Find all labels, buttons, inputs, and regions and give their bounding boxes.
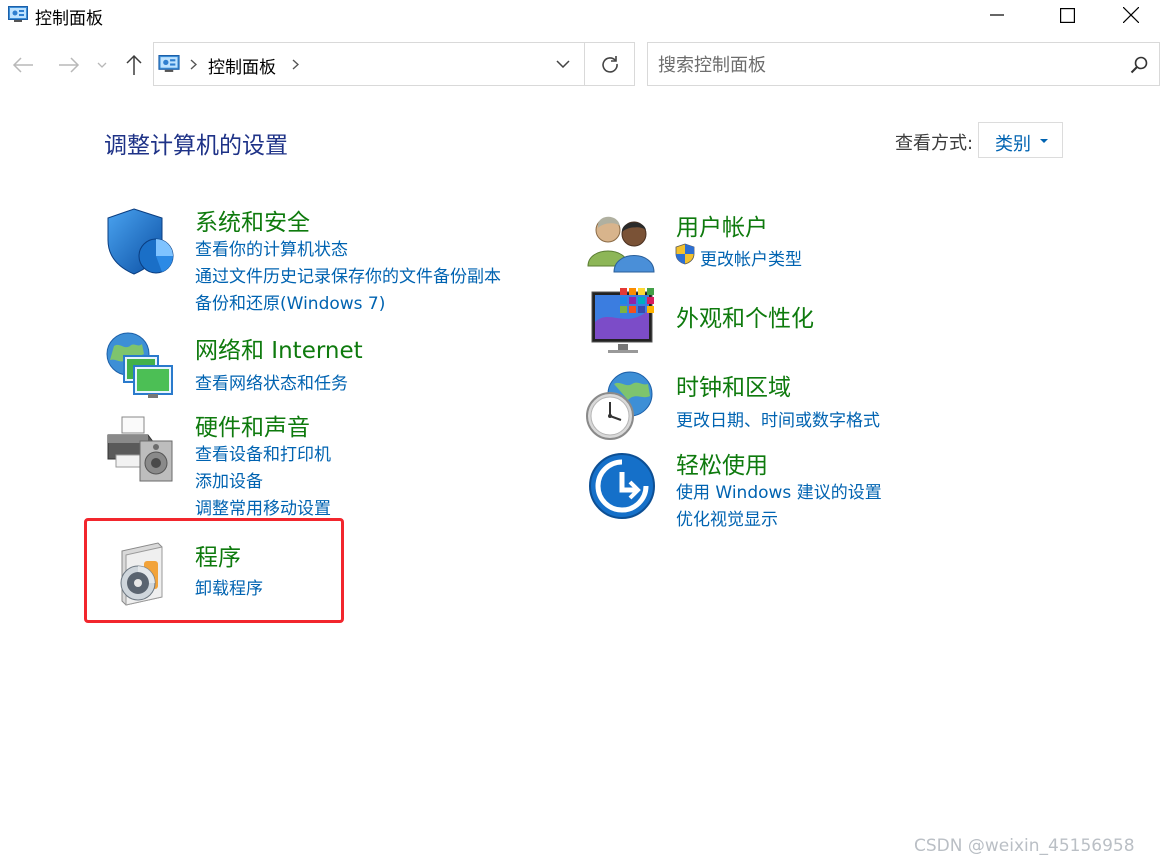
view-by-label: 查看方式: bbox=[895, 133, 974, 154]
uac-shield-icon bbox=[675, 243, 695, 265]
category-title-system-security[interactable]: 系统和安全 bbox=[195, 203, 310, 237]
link-change-date-time-format[interactable]: 更改日期、时间或数字格式 bbox=[676, 406, 880, 431]
link-windows-recommended-settings[interactable]: 使用 Windows 建议的设置 bbox=[676, 478, 882, 503]
title-bar: 控制面板 bbox=[0, 0, 1160, 32]
search-icon[interactable] bbox=[1130, 56, 1148, 74]
refresh-icon bbox=[601, 56, 618, 73]
search-box[interactable] bbox=[647, 42, 1160, 87]
network-globe-icon[interactable] bbox=[104, 330, 176, 402]
category-title-clock-region[interactable]: 时钟和区域 bbox=[676, 368, 791, 402]
arrow-left-icon bbox=[12, 57, 33, 73]
close-button[interactable] bbox=[1102, 0, 1160, 30]
category-title-ease-of-access[interactable]: 轻松使用 bbox=[676, 446, 768, 480]
minimize-icon bbox=[990, 14, 1004, 16]
watermark: CSDN @weixin_45156958 bbox=[914, 836, 1135, 856]
address-history-button[interactable] bbox=[541, 42, 585, 86]
link-view-computer-status[interactable]: 查看你的计算机状态 bbox=[195, 235, 348, 260]
link-backup-restore[interactable]: 备份和还原(Windows 7) bbox=[195, 289, 385, 314]
close-icon bbox=[1123, 7, 1139, 23]
link-optimize-visual-display[interactable]: 优化视觉显示 bbox=[676, 505, 778, 530]
maximize-button[interactable] bbox=[1032, 0, 1102, 30]
link-change-account-type[interactable]: 更改帐户类型 bbox=[700, 245, 802, 270]
back-button[interactable] bbox=[8, 50, 38, 80]
chevron-right-icon bbox=[190, 59, 197, 70]
clock-globe-icon[interactable] bbox=[586, 370, 658, 442]
up-button[interactable] bbox=[120, 50, 148, 80]
view-by-dropdown[interactable]: 类别 bbox=[978, 122, 1063, 158]
arrow-right-icon bbox=[59, 57, 80, 73]
view-by-value: 类别 bbox=[995, 134, 1031, 155]
highlight-box bbox=[84, 518, 344, 623]
link-mobility-settings[interactable]: 调整常用移动设置 bbox=[195, 494, 331, 519]
category-title-network-internet[interactable]: 网络和 Internet bbox=[195, 331, 363, 365]
recent-locations-button[interactable] bbox=[94, 58, 110, 72]
window-title: 控制面板 bbox=[35, 9, 103, 29]
shield-pie-icon[interactable] bbox=[104, 206, 176, 278]
maximize-icon bbox=[1059, 7, 1075, 23]
minimize-button[interactable] bbox=[962, 0, 1032, 30]
link-add-device[interactable]: 添加设备 bbox=[195, 467, 263, 492]
breadcrumb-control-panel[interactable]: 控制面板 bbox=[208, 53, 276, 78]
control-panel-icon bbox=[158, 55, 180, 72]
forward-button[interactable] bbox=[54, 50, 84, 80]
link-view-network-status[interactable]: 查看网络状态和任务 bbox=[195, 369, 348, 394]
ease-of-access-icon[interactable] bbox=[588, 450, 660, 522]
category-title-user-accounts[interactable]: 用户帐户 bbox=[676, 208, 768, 242]
control-panel-icon bbox=[8, 6, 28, 22]
printer-speaker-icon[interactable] bbox=[104, 413, 176, 485]
category-title-appearance[interactable]: 外观和个性化 bbox=[676, 299, 814, 333]
link-view-devices-printers[interactable]: 查看设备和打印机 bbox=[195, 440, 331, 465]
chevron-down-icon bbox=[556, 60, 570, 68]
caret-down-icon bbox=[1040, 139, 1048, 143]
refresh-button[interactable] bbox=[585, 42, 635, 86]
chevron-down-icon bbox=[97, 62, 107, 68]
category-title-hardware-sound[interactable]: 硬件和声音 bbox=[195, 408, 310, 442]
search-input[interactable] bbox=[648, 43, 1120, 87]
address-bar[interactable]: 控制面板 bbox=[153, 42, 585, 86]
page-title: 调整计算机的设置 bbox=[104, 133, 288, 159]
monitor-colors-icon[interactable] bbox=[590, 286, 662, 358]
chevron-right-icon[interactable] bbox=[292, 59, 299, 70]
users-icon[interactable] bbox=[586, 210, 658, 282]
link-file-history-backup[interactable]: 通过文件历史记录保存你的文件备份副本 bbox=[195, 262, 501, 287]
arrow-up-icon bbox=[126, 54, 142, 75]
